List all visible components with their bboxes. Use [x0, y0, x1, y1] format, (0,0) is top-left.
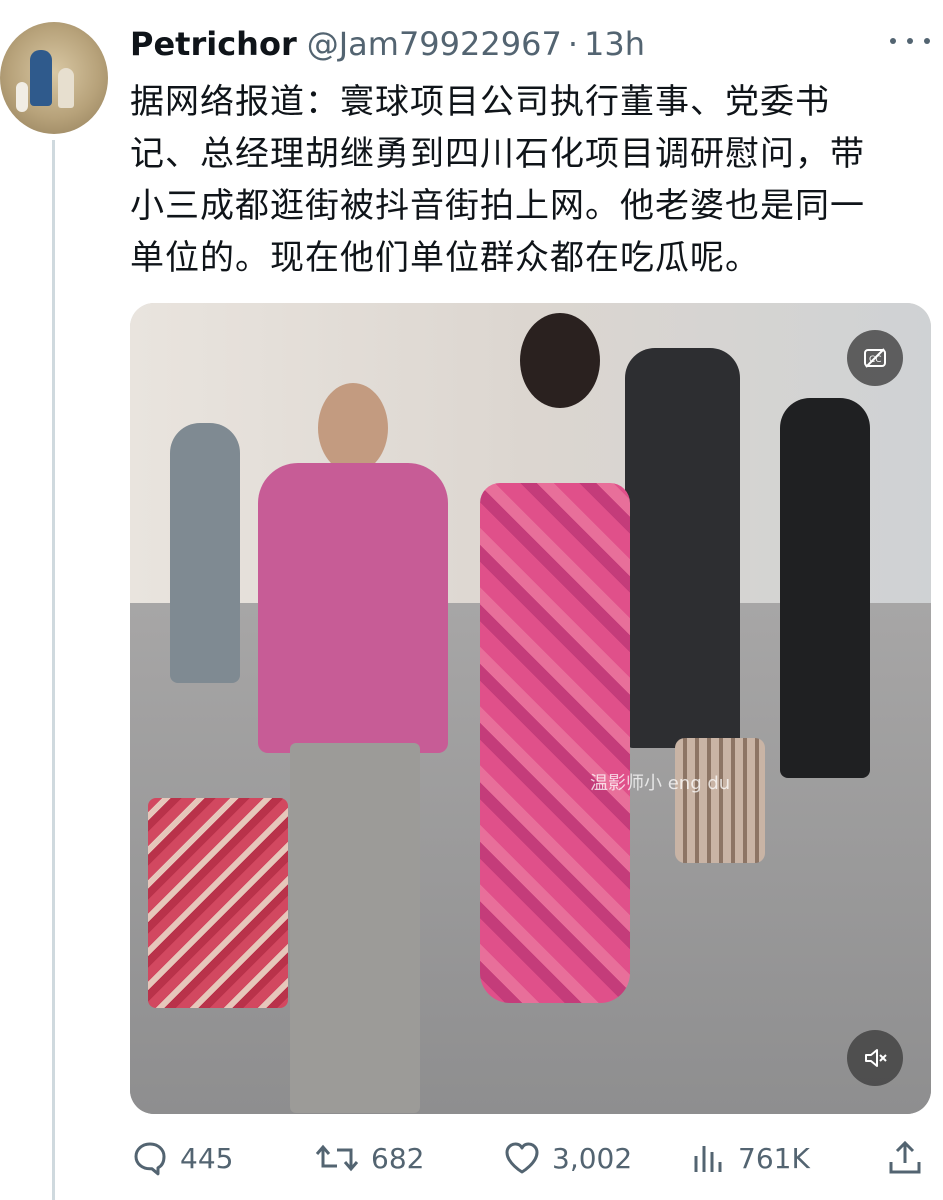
background-person [780, 398, 870, 778]
handbag [675, 738, 765, 863]
woman-head [520, 313, 600, 408]
woman-figure [460, 303, 650, 1114]
reply-icon [134, 1142, 166, 1176]
woman-dress [480, 483, 630, 1003]
retweet-icon [315, 1144, 359, 1172]
tweet-text-line: 记、总经理胡继勇到四川石化项目调研慰问，带 [130, 134, 865, 174]
heart-icon [505, 1142, 539, 1174]
captions-off-icon[interactable]: CC [847, 330, 903, 386]
tweet-header: Petrichor @Jam79922967 · 13h [130, 22, 645, 66]
volume-muted-icon[interactable] [847, 1030, 903, 1086]
video-player[interactable]: 温影师小 eng du CC [130, 303, 931, 1114]
reply-count: 445 [180, 1141, 234, 1175]
views-icon [694, 1146, 722, 1172]
separator-dot: · [567, 25, 578, 63]
avatar-figure [30, 50, 52, 106]
display-name[interactable]: Petrichor [130, 25, 297, 63]
avatar-figure [58, 68, 74, 108]
timestamp[interactable]: 13h [584, 25, 645, 63]
reply-button[interactable]: 445 [130, 1134, 233, 1182]
man-head [318, 383, 388, 473]
tweet-text-line: 据网络报道：寰球项目公司执行董事、党委书 [130, 82, 830, 122]
avatar[interactable] [0, 22, 108, 134]
tweet-text: 据网络报道：寰球项目公司执行董事、党委书 记、总经理胡继勇到四川石化项目调研慰问… [130, 76, 920, 284]
shopping-bag [148, 798, 288, 1008]
views-count: 761K [738, 1141, 810, 1175]
background-person [170, 423, 240, 683]
avatar-figure [16, 82, 28, 112]
more-horizontal-icon[interactable] [890, 26, 930, 56]
like-button[interactable]: 3,002 [502, 1134, 632, 1182]
tweet-actions: 445 682 3,002 761K [130, 1134, 930, 1182]
thread-line [52, 140, 55, 1200]
user-handle[interactable]: @Jam79922967 [307, 25, 562, 63]
video-watermark: 温影师小 eng du [590, 773, 731, 794]
man-pants [290, 743, 420, 1113]
views-button[interactable]: 761K [688, 1134, 810, 1182]
retweet-button[interactable]: 682 [313, 1134, 424, 1182]
like-count: 3,002 [552, 1141, 633, 1175]
tweet-text-line: 单位的。现在他们单位群众都在吃瓜呢。 [130, 238, 760, 278]
share-button[interactable] [885, 1134, 935, 1182]
tweet-text-line: 小三成都逛街被抖音街拍上网。他老婆也是同一 [130, 186, 865, 226]
man-shirt [258, 463, 448, 753]
retweet-count: 682 [371, 1141, 425, 1175]
share-icon [889, 1140, 921, 1174]
